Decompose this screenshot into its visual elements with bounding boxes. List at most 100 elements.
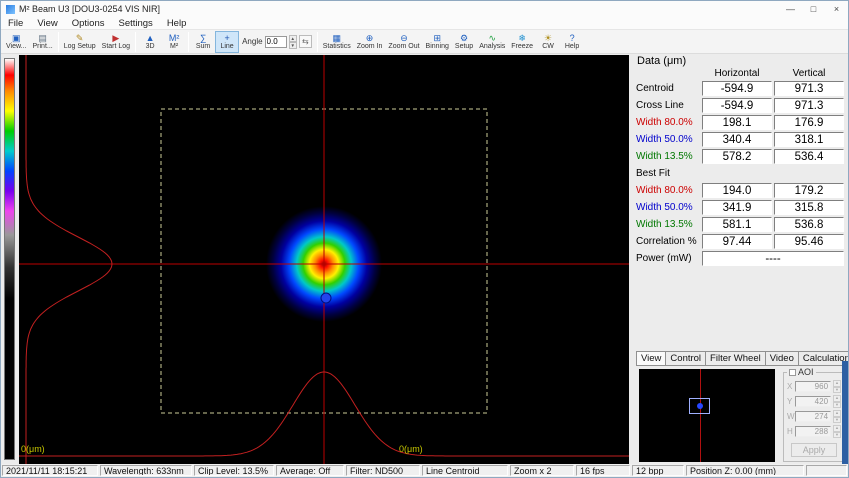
aoi-x-input[interactable]: 960 [795,381,831,392]
menu-settings[interactable]: Settings [111,18,159,29]
angle-label: Angle [242,37,262,46]
aoi-h-input[interactable]: 288 [795,426,831,437]
m2-button[interactable]: M² M² [162,31,186,53]
row-label: Width 50.0% [634,134,700,145]
row-label: Cross Line [634,100,700,111]
value-cell-horizontal: 341.9 [702,200,772,215]
aoi-field-h: H 288 ▲ ▼ [787,425,841,438]
view-button[interactable]: ▣ View... [3,31,30,53]
table-row: Centroid -594.9 971.3 [634,80,844,97]
menu-options[interactable]: Options [65,18,112,29]
beam-display-canvas[interactable] [19,55,629,465]
row-label: Width 13.5% [634,151,700,162]
toolbar: ▣ View... ▤ Print... ✎ Log Setup ▶ Start… [1,30,848,54]
statistics-button[interactable]: ▦ Statistics [320,31,354,53]
tab-filter-wheel[interactable]: Filter Wheel [706,351,766,366]
print-button[interactable]: ▤ Print... [30,31,56,53]
angle-spinner[interactable]: ▲ ▼ [289,35,297,49]
view-icon: ▣ [12,33,21,43]
close-button[interactable]: × [825,1,848,17]
zoom-in-label: Zoom In [357,43,383,51]
value-cell-horizontal: 97.44 [702,234,772,249]
toolbar-separator [188,32,189,52]
preview-beam-dot [697,403,703,409]
zoom-out-button[interactable]: ⊖ Zoom Out [385,31,422,53]
aoi-x-spinner[interactable]: ▲ ▼ [833,380,841,393]
freeze-snowflake-icon: ❄ [518,33,526,43]
aoi-y-input[interactable]: 420 [795,396,831,407]
spin-down-icon[interactable]: ▼ [833,432,841,439]
beam-display[interactable]: 0(μm) 0(μm) [19,55,629,465]
value-cell-horizontal: 578.2 [702,149,772,164]
start-log-button[interactable]: ▶ Start Log [99,31,133,53]
aoi-y-spinner[interactable]: ▲ ▼ [833,395,841,408]
tab-view[interactable]: View [636,351,666,366]
status-bpp: 12 bpp [632,465,684,476]
status-filler [806,465,847,476]
aoi-checkbox[interactable] [789,369,796,376]
spin-down-icon[interactable]: ▼ [289,42,297,49]
value-cell-vertical: 179.2 [774,183,844,198]
view-button-label: View... [6,43,27,51]
angle-input[interactable] [265,36,287,48]
title-bar: M² Beam U3 [DOU3-0254 VIS NIR] — □ × [1,1,848,17]
binning-button[interactable]: ⊞ Binning [423,31,452,53]
axis-zero-label-bottom: 0(μm) [399,444,423,454]
table-row: Width 50.0% 341.9 315.8 [634,199,844,216]
3d-button[interactable]: ▲ 3D [138,31,162,53]
menu-view[interactable]: View [30,18,64,29]
print-icon: ▤ [38,33,47,43]
intensity-colorbar [4,58,15,460]
window-title: M² Beam U3 [DOU3-0254 VIS NIR] [19,4,160,14]
aoi-w-input[interactable]: 274 [795,411,831,422]
tab-video[interactable]: Video [766,351,799,366]
sum-button[interactable]: ∑ Sum [191,31,215,53]
zoom-in-button[interactable]: ⊕ Zoom In [354,31,386,53]
data-table: Horizontal Vertical Centroid -594.9 971.… [634,67,844,267]
help-button[interactable]: ? Help [560,31,584,53]
log-setup-button[interactable]: ✎ Log Setup [61,31,99,53]
cw-icon: ☀ [544,33,552,43]
freeze-label: Freeze [511,43,533,51]
angle-step-icon[interactable]: ⇆ [299,35,312,48]
spin-up-icon[interactable]: ▲ [289,35,297,42]
app-window: M² Beam U3 [DOU3-0254 VIS NIR] — □ × Fil… [0,0,849,478]
spin-down-icon[interactable]: ▼ [833,387,841,394]
aoi-apply-button[interactable]: Apply [791,443,837,457]
menu-help[interactable]: Help [160,18,194,29]
binning-label: Binning [426,43,449,51]
3d-icon: ▲ [146,33,155,43]
data-panel-title: Data (μm) [637,55,686,67]
cw-button[interactable]: ☀ CW [536,31,560,53]
value-cell-vertical: 971.3 [774,98,844,113]
aoi-h-spinner[interactable]: ▲ ▼ [833,425,841,438]
spin-down-icon[interactable]: ▼ [833,402,841,409]
minimize-button[interactable]: — [779,1,802,17]
menu-file[interactable]: File [1,18,30,29]
status-wavelength: Wavelength: 633nm [100,465,192,476]
table-row: Power (mW) ---- [634,250,844,267]
row-label: Width 13.5% [634,219,700,230]
analysis-button[interactable]: ∿ Analysis [476,31,508,53]
freeze-button[interactable]: ❄ Freeze [508,31,536,53]
value-cell-horizontal: 581.1 [702,217,772,232]
value-cell-horizontal: -594.9 [702,81,772,96]
camera-preview[interactable] [639,369,775,462]
status-position-z: Position Z: 0.00 (mm) [686,465,804,476]
tab-control[interactable]: Control [666,351,706,366]
status-line-centroid: Line Centroid [422,465,508,476]
maximize-button[interactable]: □ [802,1,825,17]
setup-button[interactable]: ⚙ Setup [452,31,476,53]
right-panel: Data (μm) Horizontal Vertical Centroid -… [631,54,848,466]
aoi-w-spinner[interactable]: ▲ ▼ [833,410,841,423]
spin-down-icon[interactable]: ▼ [833,417,841,424]
aoi-field-x: X 960 ▲ ▼ [787,380,841,393]
aoi-group: AOI X 960 ▲ ▼ Y 420 [783,372,845,462]
table-row: Width 80.0% 194.0 179.2 [634,182,844,199]
line-label: Line [220,43,233,51]
row-label: Centroid [634,83,700,94]
menu-bar: File View Options Settings Help [1,17,848,30]
line-button[interactable]: + Line [215,31,239,53]
vertical-scrollbar[interactable] [842,361,848,478]
row-label: Width 80.0% [634,185,700,196]
